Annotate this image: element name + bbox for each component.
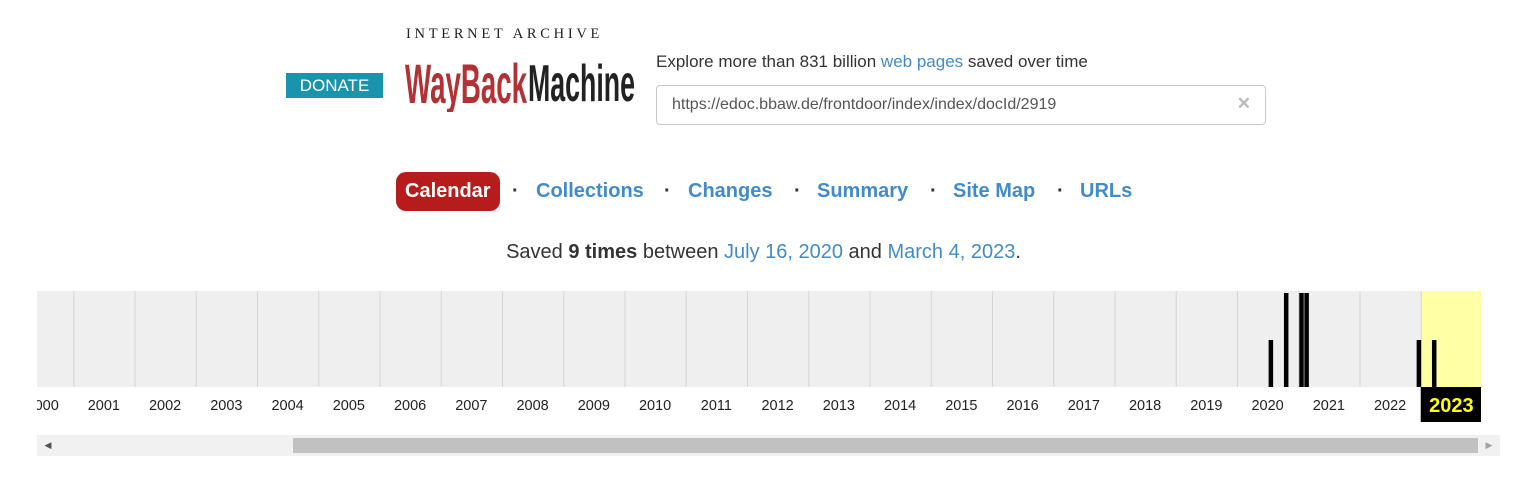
year-label[interactable]: 2021 [1313,398,1345,414]
year-label[interactable]: 2020 [1251,398,1283,414]
nav-separator: · [512,180,519,202]
year-label[interactable]: 2006 [394,398,426,414]
year-label[interactable]: 2002 [149,398,181,414]
saved-suffix: . [1015,241,1021,263]
donate-button[interactable]: DONATE [286,73,383,98]
year-label-selected[interactable]: 2023 [1429,395,1474,417]
year-separator [257,291,258,387]
logo-wordmark: WayBack Machine [405,52,635,112]
year-label[interactable]: 2003 [210,398,242,414]
year-label[interactable]: 2011 [701,398,732,414]
year-separator [563,291,565,387]
capture-bar[interactable] [1416,340,1422,387]
year-separator [1237,291,1238,387]
capture-timeline[interactable]: 2000 2001 2002 2003 2004 2005 2006 2007 2008 2009… [37,291,1481,422]
saved-prefix: Saved [506,241,569,263]
tab-urls[interactable]: URLs [1080,172,1132,211]
url-search-box: ✕ [656,85,1266,125]
capture-count: 9 times [568,241,638,263]
year-separator [1298,291,1300,387]
nav-tabs: Calendar · Collections · Changes · Summa… [0,172,1527,212]
logo-wayback-text: WayBack [405,52,527,112]
year-separator [1114,291,1116,387]
year-label[interactable]: 2018 [1129,398,1161,414]
year-label[interactable]: 2022 [1374,398,1406,414]
nav-separator: · [930,180,937,202]
year-label[interactable]: 2013 [823,398,855,414]
year-separator [134,291,136,387]
tab-summary[interactable]: Summary [817,172,908,211]
year-label[interactable]: 2009 [578,398,610,414]
tagline-after: saved over time [963,52,1088,71]
scrollbar-thumb[interactable] [293,438,1478,453]
close-icon[interactable]: ✕ [1237,94,1251,114]
year-label[interactable]: 2007 [455,398,487,414]
year-label[interactable]: 2016 [1006,398,1038,414]
nav-separator: · [794,180,801,202]
logo-internet-archive-text: INTERNET ARCHIVE [406,26,604,42]
timeline-svg: 2000 2001 2002 2003 2004 2005 2006 2007 2008 2009… [37,291,1481,422]
first-capture-link[interactable]: July 16, 2020 [724,241,843,263]
capture-bar[interactable] [1304,293,1309,387]
logo-machine-text: Machine [528,55,635,112]
year-separator [1359,291,1361,387]
saved-middle: between [637,241,725,263]
selected-year-highlight [1420,291,1481,387]
year-separator [379,291,381,387]
year-label[interactable]: 2005 [333,398,365,414]
year-label[interactable]: 2017 [1068,398,1100,414]
tab-calendar[interactable]: Calendar [396,172,500,211]
year-separator [1175,291,1177,387]
nav-separator: · [664,180,671,202]
year-label[interactable]: 2019 [1190,398,1222,414]
year-label[interactable]: 2000 [37,398,59,414]
year-separator [808,291,810,387]
year-separator [685,291,687,387]
capture-bar[interactable] [1268,340,1274,387]
year-label[interactable]: 2008 [516,398,548,414]
year-separator [502,291,503,387]
timeline-background [37,291,1481,387]
tagline-before: Explore more than 831 billion [656,52,881,71]
saved-summary: Saved 9 times between July 16, 2020 and … [0,241,1527,264]
saved-connector: and [843,241,888,263]
capture-bar[interactable] [1299,293,1304,387]
year-separator [1053,291,1055,387]
year-separator [73,291,75,387]
year-label[interactable]: 2012 [761,398,793,414]
capture-bar[interactable] [1283,293,1289,387]
last-capture-link[interactable]: March 4, 2023 [887,241,1015,263]
scroll-right-icon[interactable]: ▶ [1482,435,1496,456]
nav-separator: · [1057,180,1064,202]
year-separator [992,291,993,387]
timeline-scrollbar[interactable]: ◀ ▶ [37,435,1500,456]
year-separator [869,291,871,387]
year-separator [624,291,626,387]
year-separator [195,291,197,387]
year-label[interactable]: 2004 [271,398,303,414]
tab-changes[interactable]: Changes [688,172,772,211]
year-separator [440,291,442,387]
year-label[interactable]: 2015 [945,398,977,414]
year-separator [747,291,748,387]
year-separator [318,291,320,387]
year-label[interactable]: 2010 [639,398,671,414]
web-pages-link[interactable]: web pages [881,52,963,71]
tab-collections[interactable]: Collections [536,172,644,211]
url-input[interactable] [672,86,1232,124]
tagline: Explore more than 831 billion web pages … [656,52,1088,72]
scroll-left-icon[interactable]: ◀ [41,435,55,456]
tab-site-map[interactable]: Site Map [953,172,1035,211]
capture-bar[interactable] [1431,340,1437,387]
year-separator [930,291,932,387]
year-label[interactable]: 2014 [884,398,916,414]
year-label[interactable]: 2001 [88,398,120,414]
wayback-machine-logo[interactable]: INTERNET ARCHIVE WayBack Machine [404,26,636,112]
